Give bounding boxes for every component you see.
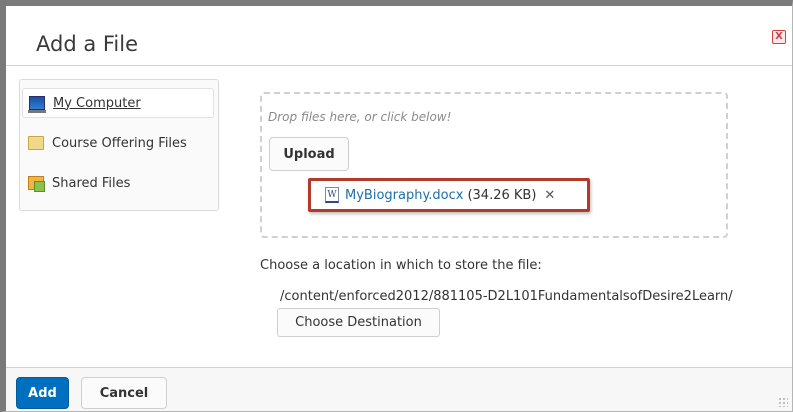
source-sidebar: My Computer Course Offering Files Shared… [19,79,219,211]
file-size: (34.26 KB) [467,187,537,203]
close-icon[interactable]: X [772,30,786,44]
file-dropzone[interactable]: Drop files here, or click below! Upload … [260,92,728,238]
sidebar-item-course-offering-files[interactable]: Course Offering Files [22,128,214,158]
uploaded-file-item: W MyBiography.docx (34.26 KB) ✕ [308,178,590,212]
add-file-dialog: Add a File X My Computer Course Offering… [0,0,793,412]
dialog-footer: Add Cancel [6,367,792,411]
drop-hint-text: Drop files here, or click below! [268,110,452,124]
folder-icon [28,136,44,150]
header-divider [6,65,792,66]
choose-destination-button[interactable]: Choose Destination [277,308,440,337]
cancel-button[interactable]: Cancel [81,377,167,409]
file-name-link[interactable]: MyBiography.docx [345,188,463,203]
sidebar-item-label: My Computer [53,95,141,111]
add-button[interactable]: Add [16,377,69,409]
sidebar-item-my-computer[interactable]: My Computer [22,88,214,118]
sidebar-item-label: Course Offering Files [52,135,187,151]
resize-grip-icon[interactable] [778,397,788,407]
dialog-title: Add a File [36,32,139,56]
sidebar-item-label: Shared Files [52,175,131,191]
sidebar-item-shared-files[interactable]: Shared Files [22,168,214,198]
word-document-icon: W [325,187,339,203]
location-label: Choose a location in which to store the … [260,258,542,273]
shared-files-icon [28,176,45,192]
computer-icon [28,96,46,113]
remove-file-icon[interactable]: ✕ [544,188,555,203]
upload-button[interactable]: Upload [269,137,349,171]
destination-path: /content/enforced2012/881105-D2L101Funda… [280,289,733,304]
